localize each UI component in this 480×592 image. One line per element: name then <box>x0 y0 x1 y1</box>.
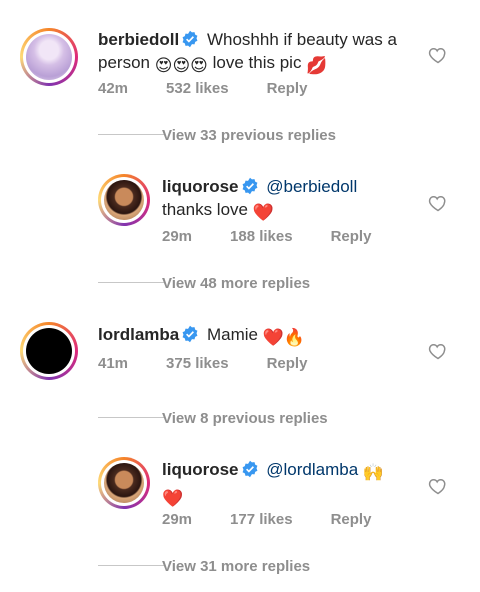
mention-link[interactable]: @lordlamba <box>266 460 358 479</box>
view-previous-replies-link[interactable]: View 33 previous replies <box>162 127 336 144</box>
comment-text: Mamie <box>206 325 258 344</box>
like-heart-icon[interactable] <box>428 45 448 65</box>
view-more-replies-link[interactable]: View 48 more replies <box>162 275 310 292</box>
username[interactable]: berbiedoll <box>98 30 179 49</box>
divider <box>98 565 164 566</box>
comment-text: Whoshhh if beauty was a <box>206 30 397 49</box>
comment-body: berbiedoll Whoshhh if beauty was a perso… <box>98 28 428 77</box>
lips-emoji-icon: 💋 <box>306 56 328 75</box>
comment-meta: 29m 177 likes Reply <box>162 511 409 528</box>
reply-button[interactable]: Reply <box>331 228 372 245</box>
username[interactable]: lordlamba <box>98 325 179 344</box>
reply-button[interactable]: Reply <box>267 80 308 97</box>
comment-text: love this pic <box>212 53 302 72</box>
like-heart-icon[interactable] <box>428 476 448 496</box>
red-heart-emoji-icon: ❤️ <box>262 328 284 347</box>
comment-meta: 42m 532 likes Reply <box>98 80 345 97</box>
heart-eyes-emoji-icon: 😍😍😍 <box>154 56 208 75</box>
divider <box>98 417 164 418</box>
timestamp: 29m <box>162 228 193 245</box>
avatar[interactable] <box>20 28 78 86</box>
timestamp: 29m <box>162 511 193 528</box>
view-more-replies-link[interactable]: View 31 more replies <box>162 558 310 575</box>
mention-link[interactable]: @berbiedoll <box>266 177 357 196</box>
like-heart-icon[interactable] <box>428 341 448 361</box>
likes-count[interactable]: 532 likes <box>166 80 229 97</box>
verified-badge-icon <box>242 460 257 478</box>
likes-count[interactable]: 177 likes <box>230 511 293 528</box>
comment-text: thanks love <box>162 200 248 219</box>
verified-badge-icon <box>182 30 198 48</box>
comment-text: person <box>98 53 150 72</box>
fire-emoji-icon: 🔥 <box>283 328 306 347</box>
raising-hands-emoji-icon: 🙌 <box>362 463 385 482</box>
comment-body: liquorose @berbiedoll thanks love ❤️ <box>162 175 412 224</box>
avatar[interactable] <box>98 457 150 509</box>
avatar[interactable] <box>98 174 150 226</box>
divider <box>98 282 164 283</box>
comment-body: liquorose @lordlamba 🙌 ❤️ <box>162 458 412 510</box>
likes-count[interactable]: 375 likes <box>166 355 229 372</box>
view-previous-replies-link[interactable]: View 8 previous replies <box>162 410 328 427</box>
comment-body: lordlamba Mamie ❤️🔥 <box>98 323 418 349</box>
likes-count[interactable]: 188 likes <box>230 228 293 245</box>
like-heart-icon[interactable] <box>428 193 448 213</box>
reply-button[interactable]: Reply <box>267 355 308 372</box>
verified-badge-icon <box>182 325 198 343</box>
timestamp: 42m <box>98 80 129 97</box>
verified-badge-icon <box>242 177 257 195</box>
red-heart-emoji-icon: ❤️ <box>162 489 184 508</box>
username[interactable]: liquorose <box>162 460 239 479</box>
avatar[interactable] <box>20 322 78 380</box>
comment-meta: 41m 375 likes Reply <box>98 355 345 372</box>
username[interactable]: liquorose <box>162 177 239 196</box>
divider <box>98 134 164 135</box>
reply-button[interactable]: Reply <box>331 511 372 528</box>
comment-meta: 29m 188 likes Reply <box>162 228 409 245</box>
timestamp: 41m <box>98 355 129 372</box>
red-heart-emoji-icon: ❤️ <box>252 203 274 222</box>
